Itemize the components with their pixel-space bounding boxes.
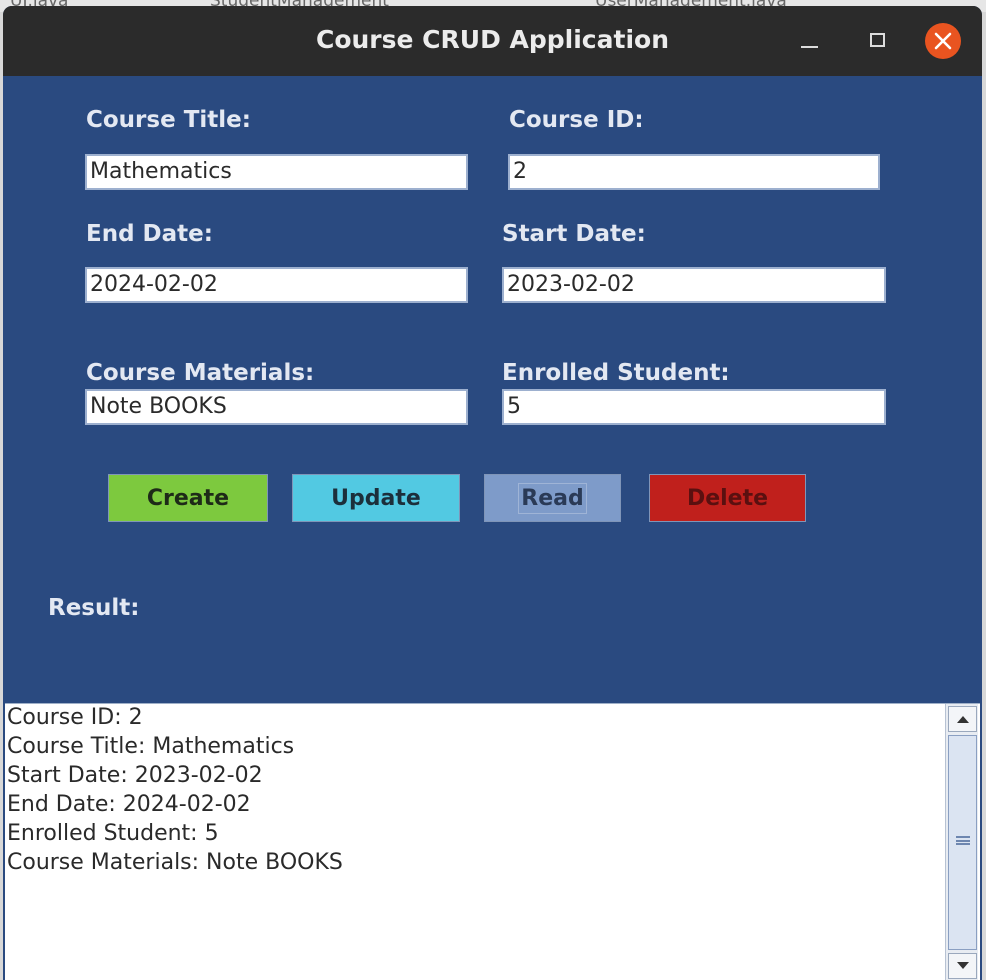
- result-line: Enrolled Student: 5: [7, 821, 219, 846]
- end-date-label: End Date:: [86, 221, 213, 247]
- create-button[interactable]: Create: [108, 474, 268, 522]
- course-title-input[interactable]: Mathematics: [85, 154, 468, 190]
- start-date-label: Start Date:: [502, 221, 646, 247]
- down-triangle-glyph: [957, 962, 969, 969]
- result-line: Course Title: Mathematics: [7, 734, 295, 759]
- enrolled-student-input[interactable]: 5: [502, 389, 886, 425]
- window-title: Course CRUD Application: [315, 25, 669, 54]
- scroll-up-arrow-icon[interactable]: [948, 706, 977, 732]
- result-line: Start Date: 2023-02-02: [7, 763, 263, 788]
- read-button-label: Read: [518, 482, 587, 514]
- delete-button[interactable]: Delete: [649, 474, 806, 522]
- enrolled-student-label: Enrolled Student:: [502, 360, 730, 386]
- course-materials-label: Course Materials:: [86, 360, 315, 386]
- app-window: Course CRUD Application Course Title: Co…: [3, 6, 982, 980]
- result-line: Course ID: 2: [7, 705, 143, 730]
- read-button[interactable]: Read: [484, 474, 621, 522]
- close-icon[interactable]: [925, 23, 961, 59]
- scroll-thumb[interactable]: [948, 735, 977, 950]
- result-label: Result:: [48, 595, 140, 621]
- result-line: Course Materials: Note BOOKS: [7, 850, 343, 875]
- start-date-input[interactable]: 2023-02-02: [502, 267, 886, 303]
- minimize-icon[interactable]: [801, 46, 818, 48]
- vertical-scrollbar[interactable]: [945, 704, 978, 980]
- up-triangle-glyph: [957, 716, 969, 723]
- scroll-down-arrow-icon[interactable]: [948, 953, 977, 979]
- course-id-input[interactable]: 2: [508, 154, 880, 190]
- course-title-label: Course Title:: [86, 107, 251, 133]
- title-bar[interactable]: Course CRUD Application: [3, 6, 982, 76]
- form-panel: Course Title: Course ID: Mathematics 2 E…: [3, 76, 982, 980]
- result-line: End Date: 2024-02-02: [7, 792, 251, 817]
- course-materials-input[interactable]: Note BOOKS: [85, 389, 468, 425]
- course-id-label: Course ID:: [509, 107, 644, 133]
- update-button[interactable]: Update: [292, 474, 460, 522]
- close-x-glyph: [934, 32, 952, 50]
- result-text-area[interactable]: Course ID: 2 Course Title: Mathematics S…: [5, 703, 980, 980]
- scroll-grip-icon: [956, 836, 970, 845]
- maximize-icon[interactable]: [870, 33, 885, 47]
- end-date-input[interactable]: 2024-02-02: [85, 267, 468, 303]
